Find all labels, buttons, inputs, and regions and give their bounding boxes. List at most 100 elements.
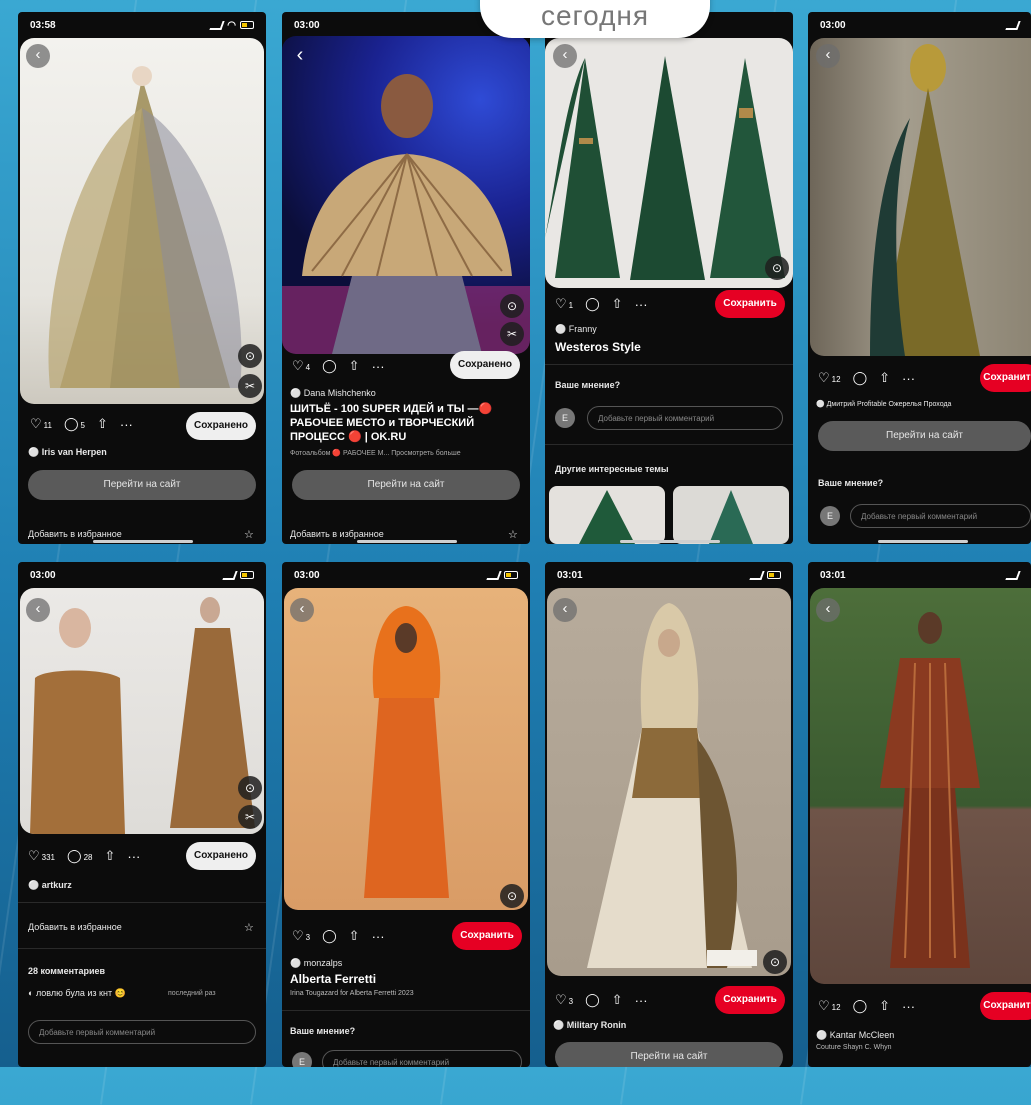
- phone-screen-2: 03:00 ‹ ⊙ ✂ ♡ 4 ◯ ⇧ ··· Сохранено ⚪ Dana …: [282, 12, 530, 544]
- back-button[interactable]: ‹: [553, 44, 577, 68]
- more-icon[interactable]: ···: [372, 359, 385, 374]
- pin-subtitle[interactable]: Фотоальбом 🔴 РАБОЧЕЕ М... Просмотреть бо…: [290, 449, 461, 457]
- more-icon[interactable]: ···: [372, 929, 385, 944]
- back-button[interactable]: ‹: [26, 598, 50, 622]
- scissors-icon[interactable]: ✂: [238, 374, 262, 398]
- visual-search-icon[interactable]: ⊙: [500, 884, 524, 908]
- pin-actions: ♡ 11 ◯ 5 ⇧ ···: [30, 416, 133, 432]
- visit-site-button[interactable]: Перейти на сайт: [28, 470, 256, 500]
- back-button[interactable]: ‹: [816, 44, 840, 68]
- visit-site-button[interactable]: Перейти на сайт: [555, 1042, 783, 1067]
- comment-icon[interactable]: ◯: [853, 370, 868, 386]
- more-icon[interactable]: ···: [127, 849, 140, 864]
- phone-screen-7: 03:01 ‹ ⊙ ♡ 3 ◯ ⇧ ··· Сохранить ⚪ Militar…: [545, 562, 793, 1067]
- comment-icon[interactable]: ◯: [322, 928, 337, 944]
- pin-actions: ♡ 4 ◯ ⇧ ···: [292, 358, 385, 374]
- share-icon[interactable]: ⇧: [612, 992, 623, 1008]
- pin-author[interactable]: ⚪ Дмитрий Profitable Ожерелья Прохода: [816, 400, 951, 408]
- like-icon[interactable]: ♡ 1: [555, 296, 573, 312]
- visit-site-button[interactable]: Перейти на сайт: [818, 421, 1031, 451]
- comment-icon[interactable]: ◯: [322, 358, 337, 374]
- share-icon[interactable]: ⇧: [104, 848, 115, 864]
- comment-icon[interactable]: ◯: [585, 992, 600, 1008]
- pin-author[interactable]: ⚪ Kantar McCleen: [816, 1030, 894, 1041]
- user-avatar: E: [292, 1052, 312, 1067]
- share-icon[interactable]: ⇧: [97, 416, 108, 432]
- saved-button[interactable]: Сохранено: [186, 412, 256, 440]
- pin-image[interactable]: [20, 38, 264, 404]
- back-button[interactable]: ‹: [553, 598, 577, 622]
- pin-author[interactable]: ⚪ monzalps: [290, 958, 342, 969]
- like-icon[interactable]: ♡ 3: [292, 928, 310, 944]
- more-icon[interactable]: ···: [902, 999, 915, 1014]
- comment-icon[interactable]: ◯: [585, 296, 600, 312]
- related-pin-1[interactable]: [549, 486, 665, 544]
- more-icon[interactable]: ···: [635, 993, 648, 1008]
- pin-author[interactable]: ⚪ Dana Mishchenko: [290, 388, 376, 399]
- share-icon[interactable]: ⇧: [612, 296, 623, 312]
- pin-image[interactable]: [547, 588, 791, 976]
- comment-icon[interactable]: ◯: [853, 998, 868, 1014]
- more-icon[interactable]: ···: [902, 371, 915, 386]
- visual-search-icon[interactable]: ⊙: [763, 950, 787, 974]
- phone-screen-6: 03:00 ‹ ⊙ ♡ 3 ◯ ⇧ ··· Сохранить ⚪ monzalp…: [282, 562, 530, 1067]
- more-icon[interactable]: ···: [635, 297, 648, 312]
- pin-author[interactable]: ⚪ Iris van Herpen: [28, 447, 107, 458]
- like-icon[interactable]: ♡ 11: [30, 416, 52, 432]
- save-button[interactable]: Сохранить: [452, 922, 522, 950]
- star-icon[interactable]: ☆: [508, 528, 518, 541]
- scissors-icon[interactable]: ✂: [500, 322, 524, 346]
- add-to-favorites[interactable]: Добавить в избранное: [28, 529, 122, 539]
- share-icon[interactable]: ⇧: [349, 358, 360, 374]
- back-button[interactable]: ‹: [288, 44, 312, 68]
- like-icon[interactable]: ♡ 3: [555, 992, 573, 1008]
- comment-input[interactable]: Добавьте первый комментарий: [28, 1020, 256, 1044]
- pin-image[interactable]: [284, 588, 528, 910]
- visual-search-icon[interactable]: ⊙: [238, 344, 262, 368]
- save-button[interactable]: Сохранить: [980, 364, 1031, 392]
- back-button[interactable]: ‹: [290, 598, 314, 622]
- share-icon[interactable]: ⇧: [349, 928, 360, 944]
- model-cream-gold-embroidered-gown: [587, 603, 757, 968]
- save-button[interactable]: Сохранить: [715, 986, 785, 1014]
- pin-image[interactable]: [282, 36, 530, 354]
- battery-icon: [240, 571, 254, 579]
- pin-image[interactable]: [20, 588, 264, 834]
- comment-input[interactable]: Добавьте первый комментарий: [587, 406, 783, 430]
- saved-button[interactable]: Сохранено: [450, 351, 520, 379]
- like-icon[interactable]: ♡ 4: [292, 358, 310, 374]
- visual-search-icon[interactable]: ⊙: [500, 294, 524, 318]
- star-icon[interactable]: ☆: [244, 921, 254, 934]
- signal-icon: [1005, 20, 1021, 30]
- comment-input[interactable]: Добавьте первый комментарий: [322, 1050, 522, 1067]
- add-to-favorites[interactable]: Добавить в избранное: [290, 529, 384, 539]
- scissors-icon[interactable]: ✂: [238, 805, 262, 829]
- pin-image[interactable]: [810, 38, 1031, 356]
- share-icon[interactable]: ⇧: [879, 998, 890, 1014]
- pin-image[interactable]: [810, 588, 1031, 984]
- like-icon[interactable]: ♡ 12: [818, 370, 841, 386]
- star-icon[interactable]: ☆: [244, 528, 254, 541]
- save-button[interactable]: Сохранить: [715, 290, 785, 318]
- visit-site-button[interactable]: Перейти на сайт: [292, 470, 520, 500]
- share-icon[interactable]: ⇧: [879, 370, 890, 386]
- saved-button[interactable]: Сохранено: [186, 842, 256, 870]
- pin-author[interactable]: ⚪ Military Ronin: [553, 1020, 626, 1031]
- pin-author[interactable]: ⚪ Franny: [555, 324, 597, 335]
- status-indicators: ◠: [209, 20, 254, 31]
- pin-author[interactable]: ⚪ artkurz: [28, 880, 72, 891]
- like-icon[interactable]: ♡ 331: [28, 848, 55, 864]
- pin-image[interactable]: [545, 38, 793, 288]
- save-button[interactable]: Сохранить: [980, 992, 1031, 1020]
- visual-search-icon[interactable]: ⊙: [238, 776, 262, 800]
- add-to-favorites[interactable]: Добавить в избранное: [28, 922, 122, 932]
- visual-search-icon[interactable]: ⊙: [765, 256, 789, 280]
- like-icon[interactable]: ♡ 12: [818, 998, 841, 1014]
- comment-input[interactable]: Добавьте первый комментарий: [850, 504, 1031, 528]
- back-button[interactable]: ‹: [816, 598, 840, 622]
- comment-icon[interactable]: ◯ 28: [67, 848, 92, 864]
- back-button[interactable]: ‹: [26, 44, 50, 68]
- more-icon[interactable]: ···: [120, 417, 133, 432]
- comment-icon[interactable]: ◯ 5: [64, 416, 85, 432]
- related-pin-2[interactable]: [673, 486, 789, 544]
